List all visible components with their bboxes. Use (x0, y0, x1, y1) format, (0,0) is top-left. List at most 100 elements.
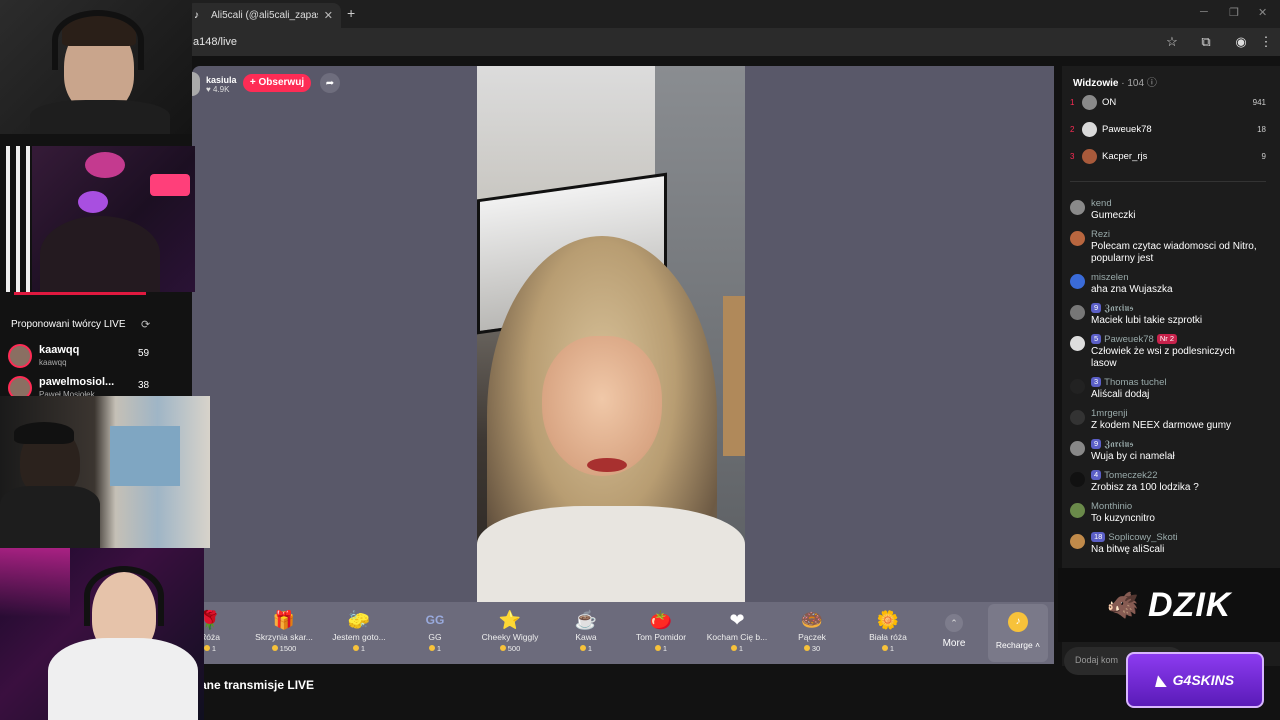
striped-curtain (0, 146, 32, 292)
chat-username: 5 Paweuek78 Nr 2 (1091, 334, 1180, 345)
chat-username-text: 𝖅𝖆𝖗𝖈𝖎𝖚𝖘 (1104, 439, 1134, 450)
creator-viewers: 38 (138, 380, 150, 391)
rank-badge: Nr 2 (1156, 334, 1177, 345)
gift-price: 1 (548, 644, 624, 653)
host-name: kasiula (206, 74, 237, 85)
gift-item[interactable]: ⭐ Cheeky Wiggly 500 (472, 608, 548, 662)
refresh-icon[interactable]: ⟳ (141, 318, 150, 331)
gift-name: Kocham Cię b... (706, 632, 768, 642)
gift-name: Tom Pomidor (635, 632, 687, 642)
tab-title: Ali5cali (@ali5cali_zapasowe_) (211, 10, 318, 21)
gift-item[interactable]: ☕ Kawa 1 (548, 608, 624, 662)
gift-name: Biała róża (869, 632, 907, 642)
coin-icon (654, 645, 661, 651)
chat-username-text: Rezi (1091, 229, 1111, 240)
chat-avatar (1070, 503, 1085, 518)
g4skins-logo-text: G4SKINS (1172, 672, 1235, 688)
maximize-icon[interactable]: ❐ (1229, 6, 1239, 19)
webcam-chair (40, 216, 160, 292)
chat-username-text: kend (1091, 198, 1112, 209)
viewer-name: ON (1102, 96, 1117, 108)
gift-item[interactable]: ❤ Kocham Cię b... 1 (699, 608, 775, 662)
more-gifts-button[interactable]: ⌃ More (934, 614, 974, 649)
webcam-overlay-2 (0, 146, 195, 292)
cap-icon (14, 422, 74, 444)
chat-username: 9 𝖅𝖆𝖗𝖈𝖎𝖚𝖘 (1091, 439, 1134, 450)
chat-username-text: Thomas tuchel (1104, 377, 1167, 388)
gift-price: 30 (774, 644, 850, 653)
top-viewer-row[interactable]: 2 Paweuek78 18 (1070, 119, 1266, 139)
coin-icon (579, 645, 586, 651)
gift-item[interactable]: GG GG 1 (397, 608, 473, 662)
neon-sign (85, 152, 125, 178)
chat-avatar (1070, 305, 1085, 320)
chat-avatar (1070, 274, 1085, 289)
gift-price: 1 (850, 644, 926, 653)
gift-name: Jestem goto... (332, 632, 386, 642)
close-tab-icon[interactable]: ✕ (324, 9, 333, 22)
browser-tab-bar: ♪ Ali5cali (@ali5cali_zapasowe_) ✕ + ─ ❐… (0, 0, 1280, 28)
viewer-rank: 1 (1070, 97, 1075, 107)
video-door (723, 296, 745, 456)
boar-icon: 🐗 (1106, 589, 1141, 620)
gg-icon: GG (425, 613, 445, 627)
gift-item[interactable]: 🍩 Pączek 30 (774, 608, 850, 662)
neon-panther-icon (78, 191, 108, 213)
gift-price: 1 (321, 644, 397, 653)
more-gifts-label: More (942, 638, 966, 649)
viewers-title: Widzowie (1073, 78, 1119, 89)
gift-price-value: 1 (211, 644, 217, 653)
top-viewer-row[interactable]: 3 Kacper_rjs 9 (1070, 146, 1266, 166)
chat-username: 9 𝖅𝖆𝖗𝖈𝖎𝖚𝖘 (1091, 303, 1134, 314)
bookmark-star-icon[interactable]: ☆ (1163, 33, 1181, 51)
host-avatar[interactable] (192, 72, 200, 96)
new-tab-icon[interactable]: + (347, 5, 355, 21)
recommended-creator[interactable]: kaawqq kaawqq 59 (8, 342, 158, 368)
host-likes-value: 4.9K (212, 84, 230, 94)
url-field[interactable]: a148/live (193, 36, 237, 48)
webcam-person-2-shirt (0, 486, 100, 548)
progress-line (14, 292, 146, 295)
viewer-rank: 2 (1070, 124, 1075, 134)
gift-item[interactable]: 🍅 Tom Pomidor 1 (623, 608, 699, 662)
viewer-score: 18 (1257, 124, 1266, 134)
chat-username-text: Monthinio (1091, 501, 1133, 512)
video-streamer-shirt (477, 506, 745, 602)
headset-icon (52, 10, 144, 70)
video-streamer-lips (587, 458, 627, 472)
chat-avatar (1070, 200, 1085, 215)
gift-item[interactable]: 🎁 Skrzynia skar... 1500 (246, 608, 322, 662)
webcam-overlay-3 (0, 396, 210, 548)
headset-icon (84, 566, 164, 626)
gift-item[interactable]: 🧽 Jestem goto... 1 (321, 608, 397, 662)
creator-name: pawelmosiol... (39, 376, 115, 388)
dzik-logo-text: DZIK (1148, 585, 1232, 624)
webcam-person-3-shirt (48, 638, 198, 720)
donut-icon: 🍩 (800, 610, 824, 630)
chat-text: Maciek lubi takie szprotki (1091, 315, 1203, 326)
tiktok-icon: ♪ (194, 10, 199, 21)
coin-icon (499, 645, 506, 651)
gift-item[interactable]: 🌼 Biała róża 1 (850, 608, 926, 662)
close-window-icon[interactable]: ✕ (1258, 6, 1267, 19)
info-icon[interactable]: ⓘ (1147, 78, 1157, 89)
window-sea-view (110, 426, 180, 486)
browser-tab[interactable]: ♪ Ali5cali (@ali5cali_zapasowe_) ✕ (186, 3, 341, 28)
viewer-score: 941 (1252, 97, 1266, 107)
top-viewer-row[interactable]: 1 ON 941 (1070, 92, 1266, 112)
recharge-button[interactable]: ♪ Recharge ˄ (988, 604, 1048, 662)
menu-kebab-icon[interactable]: ⋮ (1257, 33, 1275, 51)
viewer-avatar (1082, 148, 1097, 164)
minimize-icon[interactable]: ─ (1200, 6, 1208, 18)
profile-icon[interactable]: ◉ (1232, 33, 1250, 51)
live-video[interactable] (477, 66, 745, 602)
extensions-icon[interactable]: ⧉ (1197, 33, 1215, 51)
sponge-icon: 🧽 (347, 610, 371, 630)
host-info[interactable]: kasiula ♥ 4.9K (192, 72, 237, 96)
share-icon[interactable]: ➦ (320, 73, 340, 93)
level-badge: 3 (1091, 377, 1102, 388)
level-badge: 18 (1091, 532, 1106, 543)
follow-button[interactable]: + Obserwuj (243, 74, 311, 92)
viewers-count: · 104 (1121, 78, 1145, 89)
coin-icon (203, 645, 210, 651)
